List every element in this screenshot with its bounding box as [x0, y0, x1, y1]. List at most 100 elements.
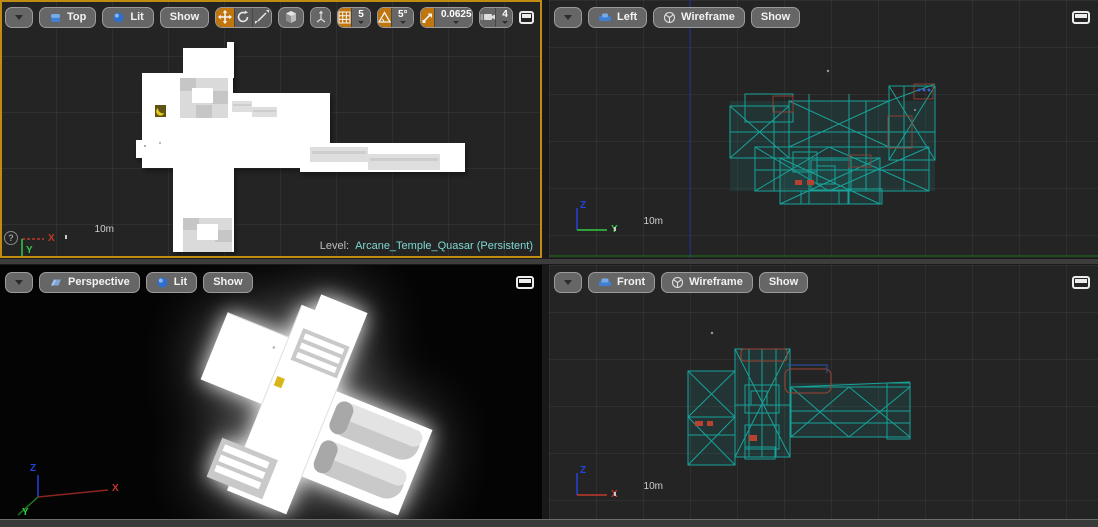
show-menu-button[interactable]: Show [159, 6, 210, 28]
surface-snap-button[interactable] [311, 7, 330, 27]
rotation-snap-icon [378, 10, 391, 23]
transform-tools-group [215, 6, 273, 28]
view-type-label: Top [67, 11, 87, 23]
view-mode-button[interactable]: Wireframe [661, 271, 753, 293]
maximize-icon [1075, 278, 1087, 283]
view-mode-label: Lit [130, 11, 144, 23]
left-view-icon [599, 13, 611, 21]
view-mode-label: Wireframe [681, 11, 735, 23]
axis-z-label: Z [580, 465, 587, 476]
camera-speed-button[interactable] [480, 7, 497, 27]
surface-snap-icon [316, 10, 325, 23]
grid-snap-button[interactable] [337, 7, 352, 27]
top-viewport-toolbar: Top Lit Show 5 5° 0.0625 4 [5, 6, 534, 28]
axis-z-label: Z [30, 463, 37, 474]
view-type-label: Perspective [68, 276, 130, 288]
maximize-viewport-button[interactable] [1072, 10, 1090, 24]
scale-snap-icon [422, 13, 432, 23]
axis-x-label: X [48, 233, 55, 244]
view-mode-button[interactable]: Wireframe [653, 6, 745, 28]
viewport-splitter-horizontal[interactable] [0, 258, 1098, 265]
camera-speed-icon [480, 14, 496, 20]
maximize-viewport-button[interactable] [519, 10, 534, 24]
view-type-button[interactable]: Top [39, 6, 97, 28]
world-cube-icon [286, 11, 297, 23]
maximize-icon [519, 278, 531, 283]
viewport-front[interactable]: Front Wireframe Show Z X 10m [549, 265, 1098, 519]
view-mode-label: Wireframe [689, 276, 743, 288]
rotate-tool-button[interactable] [234, 7, 254, 27]
scale-bar: 10m [614, 481, 665, 496]
viewport-left[interactable]: Left Wireframe Show Z Y 10m [549, 0, 1098, 258]
move-icon [217, 10, 232, 24]
top-view-canvas[interactable] [0, 0, 542, 258]
show-menu-button[interactable]: Show [758, 271, 809, 293]
view-mode-label: Lit [173, 276, 188, 288]
axis-gizmo-perspective: Z X Y [0, 463, 140, 519]
scale-bar: 10m [65, 224, 116, 239]
chevron-down-icon [564, 279, 572, 285]
level-name: Arcane_Temple_Quasar (Persistent) [355, 240, 533, 252]
view-mode-button[interactable]: Lit [102, 6, 154, 28]
world-local-toggle-button[interactable] [278, 6, 305, 28]
rotation-snap-value-button[interactable]: 5° [392, 7, 413, 27]
view-mode-button[interactable]: Lit [145, 271, 198, 293]
view-type-button[interactable]: Front [588, 271, 656, 293]
maximize-viewport-button[interactable] [1072, 275, 1090, 289]
lit-mode-icon [157, 277, 168, 287]
rotation-snap-group: 5° [377, 6, 414, 28]
view-type-button[interactable]: Perspective [39, 271, 140, 293]
lit-mode-icon [113, 12, 124, 22]
move-tool-button[interactable] [216, 7, 235, 27]
top-view-icon [51, 13, 60, 22]
show-menu-button[interactable]: Show [750, 6, 801, 28]
chevron-down-icon [502, 21, 509, 24]
level-indicator: Level: Arcane_Temple_Quasar (Persistent) [320, 240, 533, 252]
rotation-snap-button[interactable] [378, 7, 392, 27]
maximize-viewport-button[interactable] [516, 275, 534, 289]
maximize-icon [522, 13, 531, 18]
axis-gizmo-top: X Y [14, 228, 74, 258]
view-type-label: Left [617, 11, 638, 23]
rotate-icon [238, 10, 249, 23]
axis-x-label: X [112, 483, 119, 494]
chevron-down-icon [358, 21, 364, 24]
camera-speed-value: 4 [502, 9, 508, 20]
front-viewport-toolbar: Front Wireframe Show [554, 271, 1090, 293]
viewport-options-button[interactable] [554, 271, 582, 293]
rotation-snap-value: 5° [398, 9, 408, 20]
scale-tool-button[interactable] [253, 7, 272, 27]
chevron-down-icon [453, 21, 460, 24]
wireframe-mode-icon [664, 11, 676, 23]
wireframe-mode-icon [672, 276, 684, 288]
viewport-top[interactable]: Top Lit Show 5 5° 0.0625 4 Level: Arcane… [0, 0, 542, 258]
axis-y-label: Y [26, 245, 33, 256]
scale-snap-button[interactable] [420, 7, 435, 27]
viewport-options-button[interactable] [5, 271, 33, 293]
editor-viewport-layout: Top Lit Show 5 5° 0.0625 4 Level: Arcane… [0, 0, 1098, 527]
viewport-perspective[interactable]: Perspective Lit Show Z X Y [0, 265, 542, 519]
perspective-view-icon [51, 279, 61, 285]
axis-y-label: Y [22, 507, 29, 518]
viewport-options-button[interactable] [5, 6, 33, 28]
viewport-options-button[interactable] [554, 6, 582, 28]
show-menu-button[interactable]: Show [203, 271, 253, 293]
camera-speed-value-button[interactable]: 4 [496, 7, 513, 27]
front-view-icon [599, 278, 611, 286]
axis-z-label: Z [580, 200, 587, 211]
left-viewport-toolbar: Left Wireframe Show [554, 6, 1090, 28]
chevron-down-icon [399, 21, 406, 24]
level-prefix: Level: [319, 240, 350, 252]
scale-snap-value: 0.0625 [440, 9, 472, 20]
grid-snap-value: 5 [358, 9, 364, 20]
surface-snap-group [310, 6, 331, 28]
scale-bar-label: 10m [643, 481, 663, 492]
scale-bar: 10m [614, 216, 665, 231]
grid-snap-value-button[interactable]: 5 [352, 7, 370, 27]
window-bottom-edge [0, 519, 1098, 527]
scale-snap-group: 0.0625 [419, 6, 474, 28]
maximize-icon [1075, 13, 1087, 18]
view-type-button[interactable]: Left [588, 6, 648, 28]
scale-snap-value-button[interactable]: 0.0625 [434, 7, 473, 27]
scale-bar-label: 10m [643, 216, 663, 227]
